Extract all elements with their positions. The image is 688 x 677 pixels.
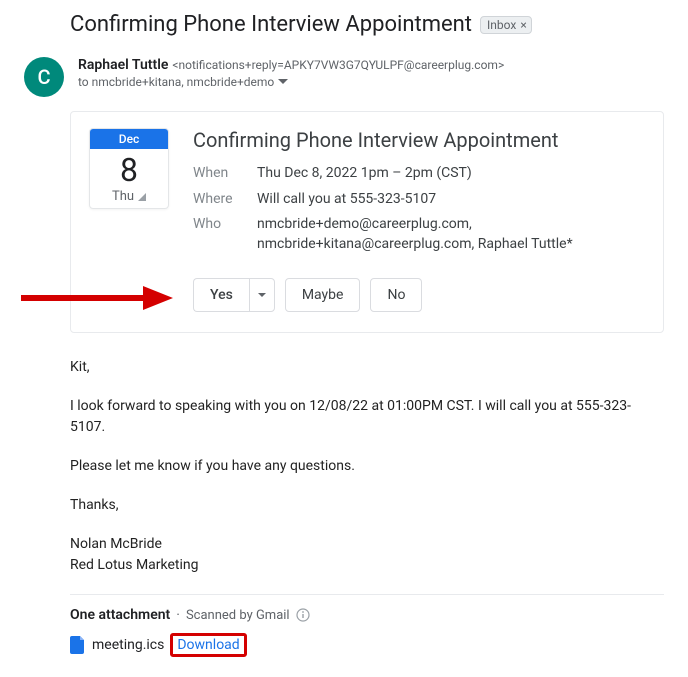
event-title: Confirming Phone Interview Appointment — [193, 128, 645, 152]
event-where-value: Will call you at 555-323-5107 — [257, 190, 645, 210]
calendar-date-badge: Dec 8 Thu — [89, 128, 169, 209]
corner-icon — [138, 193, 146, 201]
annotation-arrow-icon — [15, 278, 175, 322]
attachment-filename[interactable]: meeting.ics — [92, 637, 164, 653]
rsvp-yes-dropdown[interactable] — [249, 278, 275, 312]
event-who-label: Who — [193, 215, 241, 254]
event-when-label: When — [193, 164, 241, 184]
email-body: Kit, I look forward to speaking with you… — [70, 357, 664, 576]
body-greeting: Kit, — [70, 357, 664, 378]
body-thanks: Thanks, — [70, 495, 664, 516]
body-line-2: Please let me know if you have any quest… — [70, 456, 664, 477]
rsvp-maybe-button[interactable]: Maybe — [285, 278, 361, 312]
body-line-1: I look forward to speaking with you on 1… — [70, 396, 664, 438]
signature-name: Nolan McBride — [70, 534, 664, 555]
download-link[interactable]: Download — [170, 633, 246, 657]
recipients-summary: to nmcbride+kitana, nmcbride+demo — [78, 75, 274, 89]
calendar-event-card: Dec 8 Thu Confirming Phone Interview App… — [70, 111, 664, 333]
file-icon — [70, 636, 86, 654]
rsvp-no-button[interactable]: No — [370, 278, 422, 312]
calendar-month: Dec — [90, 129, 168, 149]
chevron-down-icon[interactable] — [278, 79, 288, 85]
event-when-value: Thu Dec 8, 2022 1pm – 2pm (CST) — [257, 164, 645, 184]
event-who-value: nmcbride+demo@careerplug.com, nmcbride+k… — [257, 215, 645, 254]
dot-separator: · — [176, 607, 180, 623]
label-chip-text: Inbox — [487, 18, 516, 32]
calendar-day: 8 — [90, 149, 168, 189]
calendar-dow: Thu — [90, 189, 168, 208]
email-subject: Confirming Phone Interview Appointment — [70, 12, 472, 37]
attachment-count: One attachment — [70, 607, 170, 623]
label-chip-inbox[interactable]: Inbox × — [480, 16, 532, 34]
divider — [70, 594, 664, 595]
sender-name: Raphael Tuttle — [78, 57, 168, 73]
close-icon[interactable]: × — [520, 18, 526, 32]
scanned-by-gmail: Scanned by Gmail — [186, 608, 290, 623]
rsvp-yes-button[interactable]: Yes — [193, 278, 249, 312]
chevron-down-icon — [258, 293, 266, 298]
sender-email: <notifications+reply=APKY7VW3G7QYULPF@ca… — [172, 58, 504, 72]
signature-company: Red Lotus Marketing — [70, 555, 664, 576]
event-where-label: Where — [193, 190, 241, 210]
info-icon[interactable] — [296, 608, 310, 622]
avatar[interactable]: C — [24, 57, 64, 97]
